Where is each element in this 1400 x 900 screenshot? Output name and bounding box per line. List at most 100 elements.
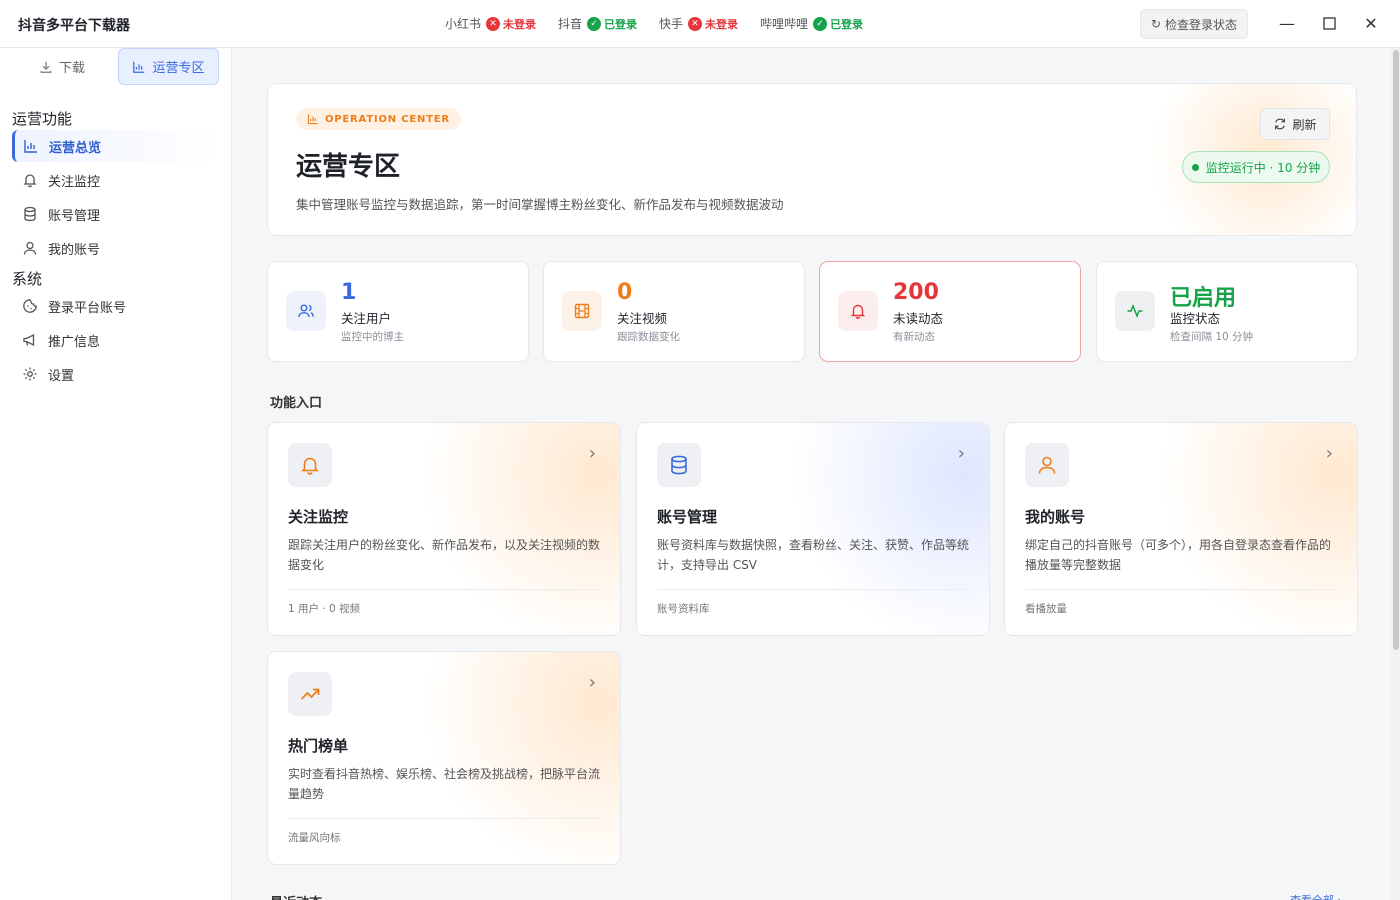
- section-title-operations: 运营功能: [12, 110, 73, 128]
- stat-subtitle: 跟踪数据变化: [617, 331, 680, 343]
- user-icon: [23, 241, 37, 255]
- stat-card-unread-updates[interactable]: 200 未读动态 有新动态: [819, 261, 1081, 362]
- feature-footer: 看播放量: [1025, 603, 1067, 615]
- refresh-label: 刷新: [1292, 117, 1317, 132]
- chevron-right-icon: ›: [1325, 443, 1333, 464]
- refresh-button[interactable]: 刷新: [1260, 108, 1330, 140]
- nav-item-label: 推广信息: [48, 334, 101, 350]
- stat-value: 200: [893, 280, 939, 305]
- tab-download[interactable]: 下载: [12, 48, 112, 85]
- feature-footer: 1 用户 · 0 视频: [288, 603, 361, 615]
- chevron-right-icon: ›: [588, 443, 596, 464]
- view-all-link[interactable]: 查看全部 ›: [1290, 892, 1342, 900]
- divider: [288, 589, 600, 590]
- nav-item-promotion[interactable]: 推广信息: [12, 324, 220, 356]
- features-section-title: 功能入口: [270, 396, 323, 411]
- nav-item-label: 设置: [48, 368, 75, 384]
- login-status: ✓ 已登录: [587, 16, 637, 32]
- page-description: 集中管理账号监控与数据追踪，第一时间掌握博主粉丝变化、新作品发布与视频数据波动: [296, 197, 784, 212]
- nav-item-label: 登录平台账号: [48, 300, 127, 316]
- nav-item-my-account[interactable]: 我的账号: [12, 232, 220, 264]
- page-title: 运营专区: [296, 152, 401, 182]
- nav-item-overview[interactable]: 运营总览: [12, 130, 220, 162]
- check-icon: ✓: [587, 16, 602, 31]
- recent-section-title: 最近动态: [270, 892, 322, 900]
- nav-item-label: 运营总览: [49, 140, 102, 156]
- stat-card-follow-users[interactable]: 1 关注用户 监控中的博主: [267, 261, 529, 362]
- login-status: ✕ 未登录: [688, 16, 738, 32]
- trending-up-icon: [288, 672, 332, 716]
- platform-kuaishou[interactable]: 快手 ✕ 未登录: [659, 15, 738, 32]
- feature-title: 账号管理: [657, 508, 718, 526]
- platform-name: 小红书: [445, 17, 482, 31]
- refresh-icon: [1275, 118, 1286, 130]
- download-icon: [40, 61, 52, 73]
- error-icon: ✕: [688, 16, 703, 31]
- feature-description: 账号资料库与数据快照，查看粉丝、关注、获赞、作品等统计，支持导出 CSV: [657, 538, 970, 572]
- check-login-button[interactable]: ↻ 检查登录状态: [1140, 9, 1248, 39]
- platform-name: 快手: [659, 17, 684, 31]
- scrollbar-thumb[interactable]: [1393, 50, 1399, 650]
- stat-card-monitor-status[interactable]: 已启用 监控状态 检查间隔 10 分钟: [1096, 261, 1358, 362]
- stat-value: 1: [341, 280, 357, 305]
- nav-item-account-management[interactable]: 账号管理: [12, 198, 220, 230]
- login-status-text: 已登录: [604, 17, 638, 31]
- app-title: 抖音多平台下载器: [18, 18, 130, 34]
- minimize-icon[interactable]: —: [1277, 13, 1297, 33]
- card-decoration: [390, 423, 620, 635]
- bar-chart-icon: [24, 140, 37, 153]
- divider: [288, 818, 600, 819]
- card-decoration: [390, 652, 620, 864]
- platform-douyin[interactable]: 抖音 ✓ 已登录: [558, 15, 637, 32]
- feature-footer: 流量风向标: [288, 832, 341, 844]
- bar-chart-icon: [307, 114, 318, 125]
- stat-subtitle: 监控中的博主: [341, 331, 404, 343]
- bar-chart-icon: [133, 61, 145, 73]
- feature-footer: 账号资料库: [657, 603, 710, 615]
- stat-label: 监控状态: [1170, 311, 1221, 326]
- user-icon: [1025, 443, 1069, 487]
- feature-title: 我的账号: [1025, 508, 1086, 526]
- gear-icon: [23, 367, 37, 381]
- card-decoration: [1127, 423, 1357, 635]
- stat-subtitle: 有新动态: [893, 331, 935, 343]
- nav-item-settings[interactable]: 设置: [12, 358, 220, 390]
- login-status-text: 未登录: [503, 17, 537, 31]
- operation-center-badge: OPERATION CENTER: [296, 108, 461, 130]
- tab-operation[interactable]: 运营专区: [118, 48, 219, 85]
- stat-value: 0: [617, 280, 633, 305]
- error-icon: ✕: [486, 16, 501, 31]
- platform-xiaohongshu[interactable]: 小红书 ✕ 未登录: [445, 15, 536, 32]
- platform-name: 抖音: [558, 17, 583, 31]
- feature-card-hot-rankings[interactable]: › 热门榜单 实时查看抖音热榜、娱乐榜、社会榜及挑战榜，把脉平台流量趋势 流量风…: [267, 651, 621, 865]
- login-status-text: 已登录: [830, 17, 864, 31]
- title-bar: 抖音多平台下载器 小红书 ✕ 未登录 抖音 ✓ 已登录 快手 ✕ 未登录 哔哩哔…: [0, 0, 1400, 48]
- feature-card-account-management[interactable]: › 账号管理 账号资料库与数据快照，查看粉丝、关注、获赞、作品等统计，支持导出 …: [636, 422, 990, 636]
- login-status: ✓ 已登录: [813, 16, 863, 32]
- feature-card-my-account[interactable]: › 我的账号 绑定自己的抖音账号（可多个），用各自登录态查看作品的播放量等完整数…: [1004, 422, 1358, 636]
- platform-name: 哔哩哔哩: [760, 17, 809, 31]
- status-dot: [1191, 163, 1199, 171]
- hero-card: OPERATION CENTER 运营专区 集中管理账号监控与数据追踪，第一时间…: [267, 83, 1357, 236]
- tab-label: 运营专区: [152, 61, 205, 76]
- bell-icon: [838, 291, 878, 331]
- stat-card-follow-videos[interactable]: 0 关注视频 跟踪数据变化: [543, 261, 805, 362]
- refresh-icon: ↻: [1150, 17, 1162, 31]
- close-icon[interactable]: ✕: [1361, 13, 1381, 33]
- database-icon: [657, 443, 701, 487]
- nav-item-label: 我的账号: [48, 242, 101, 258]
- platform-bilibili[interactable]: 哔哩哔哩 ✓ 已登录: [760, 15, 863, 32]
- card-decoration: [759, 423, 989, 635]
- cookie-icon: [23, 299, 37, 313]
- login-status: ✕ 未登录: [486, 16, 536, 32]
- check-login-label: 检查登录状态: [1165, 17, 1238, 32]
- divider: [657, 589, 969, 590]
- maximize-icon[interactable]: [1319, 13, 1339, 33]
- nav-item-follow-monitor[interactable]: 关注监控: [12, 164, 220, 196]
- nav-item-platform-login[interactable]: 登录平台账号: [12, 290, 220, 322]
- monitor-status-badge: 监控运行中 · 10 分钟: [1182, 151, 1330, 183]
- chevron-right-icon: ›: [957, 443, 965, 464]
- stat-subtitle: 检查间隔 10 分钟: [1170, 331, 1254, 343]
- login-status-text: 未登录: [705, 17, 739, 31]
- feature-card-follow-monitor[interactable]: › 关注监控 跟踪关注用户的粉丝变化、新作品发布，以及关注视频的数据变化 1 用…: [267, 422, 621, 636]
